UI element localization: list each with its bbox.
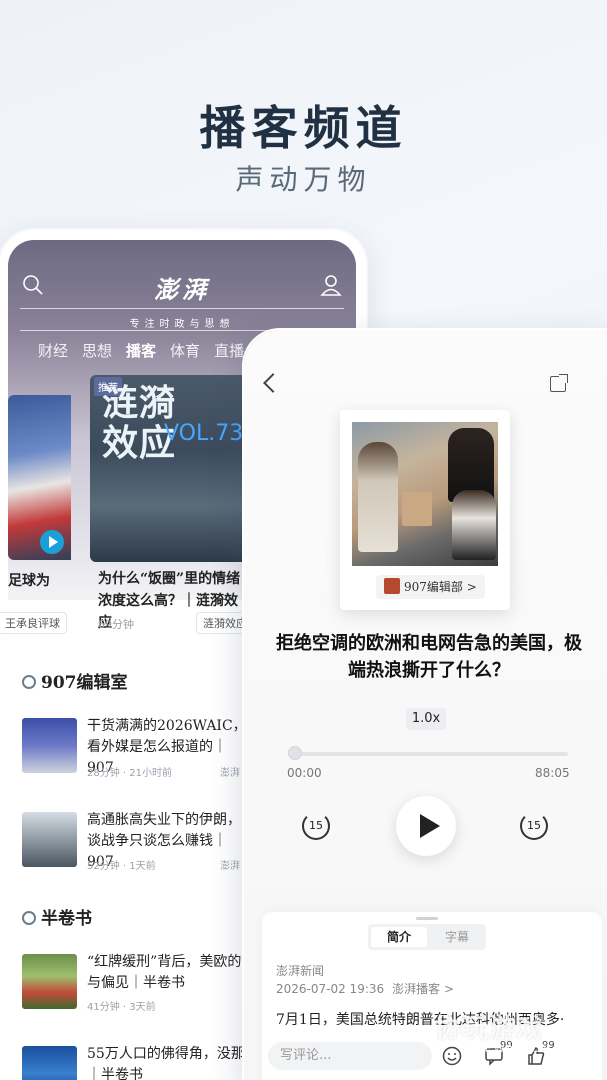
podcast-source-label: 907编辑部 > bbox=[404, 580, 477, 594]
play-icon[interactable] bbox=[40, 530, 64, 554]
episode-title[interactable]: “红牌缓刑”背后，美欧的与偏见｜半卷书 bbox=[87, 952, 247, 994]
speed-button[interactable]: 1.0x bbox=[406, 708, 446, 730]
tab-finance[interactable]: 财经 bbox=[38, 340, 68, 361]
featured-main-cover[interactable]: 推荐 涟漪效应 VOL.73 bbox=[90, 375, 250, 562]
episode-thumb[interactable] bbox=[22, 812, 77, 867]
comment-bar: 写评论... 99 99 bbox=[262, 1030, 602, 1080]
cover-figure bbox=[452, 490, 496, 560]
cover-figure bbox=[358, 442, 398, 552]
tab-intro[interactable]: 简介 bbox=[371, 927, 427, 947]
episode-thumb[interactable] bbox=[22, 954, 77, 1009]
episode-cover-card: 907编辑部 > bbox=[340, 410, 510, 610]
episode-source: 澎湃 bbox=[220, 861, 240, 872]
play-button[interactable] bbox=[396, 796, 456, 856]
section-title-text: 907编辑室 bbox=[41, 673, 128, 693]
source-name: 澎湃新闻 bbox=[276, 964, 325, 978]
tab-sports[interactable]: 体育 bbox=[170, 340, 200, 361]
skip-back-icon[interactable]: 15 bbox=[302, 812, 330, 840]
promo-title: 播客频道 bbox=[199, 101, 408, 155]
progress-knob[interactable] bbox=[288, 746, 302, 760]
tab-live[interactable]: 直播 bbox=[214, 340, 244, 361]
section-title-banjuanshu: 半卷书 bbox=[22, 904, 92, 929]
section-title-907: 907编辑室 bbox=[22, 668, 128, 693]
promo-subtitle: 声动万物 bbox=[235, 163, 372, 196]
comment-input[interactable]: 写评论... bbox=[268, 1042, 432, 1070]
podcast-icon bbox=[22, 911, 36, 925]
user-icon[interactable] bbox=[320, 274, 342, 296]
podcast-logo-icon bbox=[384, 578, 400, 594]
skip-forward-icon[interactable]: 15 bbox=[520, 812, 548, 840]
emoji-icon[interactable] bbox=[442, 1046, 462, 1066]
time-total: 88:05 bbox=[535, 766, 570, 780]
watermark-sub: XIEWAN.CN bbox=[470, 1042, 552, 1055]
info-tabs: 简介 字幕 bbox=[368, 924, 486, 950]
episode-title[interactable]: 55万人口的佛得角，没那｜半卷书 bbox=[87, 1044, 247, 1080]
tab-podcast[interactable]: 播客 bbox=[126, 340, 156, 361]
podcast-source-chip[interactable]: 907编辑部 > bbox=[376, 575, 485, 599]
cover-figure bbox=[402, 492, 432, 526]
cover-vol: VOL.73 bbox=[164, 421, 244, 446]
episode-meta: 52分钟 · 1天前 bbox=[87, 861, 156, 872]
featured-left-source[interactable]: 王承良评球 bbox=[0, 612, 67, 634]
share-icon[interactable] bbox=[550, 374, 568, 392]
app-logo: 澎湃 bbox=[154, 275, 210, 304]
time-current: 00:00 bbox=[287, 766, 322, 780]
podcast-icon bbox=[22, 675, 36, 689]
episode-thumb[interactable] bbox=[22, 718, 77, 773]
channel-tabs: 财经 思想 播客 体育 直播 bbox=[38, 340, 244, 361]
channel-link[interactable]: 澎湃播客 > bbox=[392, 982, 454, 996]
publish-date: 2026-07-02 19:36 bbox=[276, 982, 385, 996]
watermark-text: 协玩游戏 bbox=[435, 1014, 544, 1044]
episode-title: 拒绝空调的欧洲和电网告急的美国，极端热浪撕开了什么？ bbox=[276, 633, 582, 681]
featured-left-title[interactable]: 足球为 bbox=[8, 570, 50, 590]
section-title-text: 半卷书 bbox=[41, 909, 92, 929]
episode-meta: 41分钟 · 3天前 bbox=[87, 1002, 156, 1013]
featured-duration: 69分钟 bbox=[98, 618, 134, 631]
tab-thought[interactable]: 思想 bbox=[82, 340, 112, 361]
player-screen: 907编辑部 > 拒绝空调的欧洲和电网告急的美国，极端热浪撕开了什么？ 1.0x… bbox=[244, 330, 607, 1080]
tab-subtitles[interactable]: 字幕 bbox=[429, 927, 485, 947]
progress-track[interactable] bbox=[294, 752, 568, 756]
episode-cover-image bbox=[352, 422, 498, 566]
publish-info: 2026-07-02 19:36 澎湃播客 > bbox=[276, 980, 454, 997]
sheet-grabber[interactable] bbox=[416, 917, 438, 920]
episode-meta: 28分钟 · 21小时前 bbox=[87, 768, 172, 779]
slogan: 专注时政与思想 bbox=[129, 319, 235, 330]
back-arrow-icon[interactable] bbox=[263, 373, 283, 393]
episode-thumb[interactable] bbox=[22, 1046, 77, 1080]
episode-source: 澎湃 bbox=[220, 768, 240, 779]
header-divider bbox=[20, 308, 344, 309]
